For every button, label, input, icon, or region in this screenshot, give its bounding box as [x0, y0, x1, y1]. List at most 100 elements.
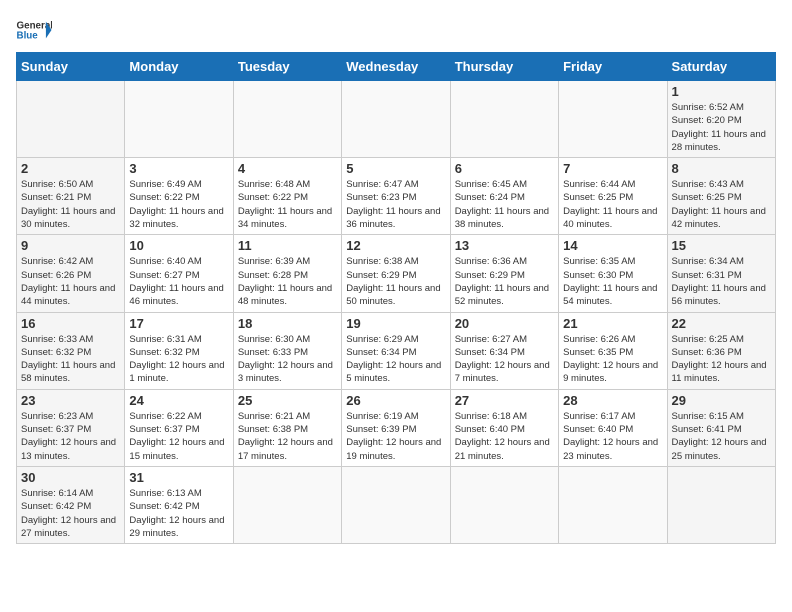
- day-info: Sunrise: 6:21 AM Sunset: 6:38 PM Dayligh…: [238, 410, 337, 463]
- day-number: 31: [129, 470, 228, 485]
- calendar-cell: [342, 466, 450, 543]
- day-number: 28: [563, 393, 662, 408]
- calendar-cell: 17 Sunrise: 6:31 AM Sunset: 6:32 PM Dayli…: [125, 312, 233, 389]
- day-info: Sunrise: 6:31 AM Sunset: 6:32 PM Dayligh…: [129, 333, 228, 386]
- day-number: 3: [129, 161, 228, 176]
- day-number: 8: [672, 161, 771, 176]
- calendar-cell: 19 Sunrise: 6:29 AM Sunset: 6:34 PM Dayli…: [342, 312, 450, 389]
- calendar-cell: 8Sunrise: 6:43 AM Sunset: 6:25 PM Daylig…: [667, 158, 775, 235]
- calendar-week-2: 2 Sunrise: 6:50 AM Sunset: 6:21 PM Daylig…: [17, 158, 776, 235]
- day-number: 22: [672, 316, 771, 331]
- calendar-cell: [125, 81, 233, 158]
- day-info: Sunrise: 6:48 AM Sunset: 6:22 PM Dayligh…: [238, 178, 337, 231]
- day-number: 24: [129, 393, 228, 408]
- col-header-sunday: Sunday: [17, 53, 125, 81]
- calendar-cell: 4 Sunrise: 6:48 AM Sunset: 6:22 PM Daylig…: [233, 158, 341, 235]
- calendar-cell: 20 Sunrise: 6:27 AM Sunset: 6:34 PM Dayli…: [450, 312, 558, 389]
- day-info: Sunrise: 6:33 AM Sunset: 6:32 PM Dayligh…: [21, 333, 120, 386]
- day-info: Sunrise: 6:15 AM Sunset: 6:41 PM Dayligh…: [672, 410, 771, 463]
- day-number: 27: [455, 393, 554, 408]
- calendar-cell: [559, 466, 667, 543]
- calendar-header-row: SundayMondayTuesdayWednesdayThursdayFrid…: [17, 53, 776, 81]
- day-info: Sunrise: 6:44 AM Sunset: 6:25 PM Dayligh…: [563, 178, 662, 231]
- calendar-cell: 1 Sunrise: 6:52 AM Sunset: 6:20 PM Daylig…: [667, 81, 775, 158]
- day-info: Sunrise: 6:40 AM Sunset: 6:27 PM Dayligh…: [129, 255, 228, 308]
- svg-text:Blue: Blue: [17, 30, 39, 41]
- calendar-cell: 9Sunrise: 6:42 AM Sunset: 6:26 PM Daylig…: [17, 235, 125, 312]
- calendar-week-4: 16 Sunrise: 6:33 AM Sunset: 6:32 PM Dayli…: [17, 312, 776, 389]
- day-number: 5: [346, 161, 445, 176]
- day-info: Sunrise: 6:35 AM Sunset: 6:30 PM Dayligh…: [563, 255, 662, 308]
- calendar-cell: [233, 81, 341, 158]
- calendar-cell: 12Sunrise: 6:38 AM Sunset: 6:29 PM Dayli…: [342, 235, 450, 312]
- col-header-wednesday: Wednesday: [342, 53, 450, 81]
- day-info: Sunrise: 6:49 AM Sunset: 6:22 PM Dayligh…: [129, 178, 228, 231]
- calendar-cell: 7Sunrise: 6:44 AM Sunset: 6:25 PM Daylig…: [559, 158, 667, 235]
- calendar-cell: 21 Sunrise: 6:26 AM Sunset: 6:35 PM Dayli…: [559, 312, 667, 389]
- day-info: Sunrise: 6:27 AM Sunset: 6:34 PM Dayligh…: [455, 333, 554, 386]
- calendar-cell: 5Sunrise: 6:47 AM Sunset: 6:23 PM Daylig…: [342, 158, 450, 235]
- day-info: Sunrise: 6:25 AM Sunset: 6:36 PM Dayligh…: [672, 333, 771, 386]
- calendar-cell: 3 Sunrise: 6:49 AM Sunset: 6:22 PM Daylig…: [125, 158, 233, 235]
- calendar-cell: [559, 81, 667, 158]
- day-number: 25: [238, 393, 337, 408]
- day-info: Sunrise: 6:23 AM Sunset: 6:37 PM Dayligh…: [21, 410, 120, 463]
- calendar-cell: 27 Sunrise: 6:18 AM Sunset: 6:40 PM Dayli…: [450, 389, 558, 466]
- calendar-table: SundayMondayTuesdayWednesdayThursdayFrid…: [16, 52, 776, 544]
- page-container: General Blue SundayMondayTuesdayWednesda…: [16, 16, 776, 544]
- day-info: Sunrise: 6:18 AM Sunset: 6:40 PM Dayligh…: [455, 410, 554, 463]
- calendar-cell: 2 Sunrise: 6:50 AM Sunset: 6:21 PM Daylig…: [17, 158, 125, 235]
- calendar-cell: 28 Sunrise: 6:17 AM Sunset: 6:40 PM Dayli…: [559, 389, 667, 466]
- logo-icon: General Blue: [16, 16, 52, 44]
- day-info: Sunrise: 6:52 AM Sunset: 6:20 PM Dayligh…: [672, 101, 771, 154]
- day-number: 1: [672, 84, 771, 99]
- day-info: Sunrise: 6:14 AM Sunset: 6:42 PM Dayligh…: [21, 487, 120, 540]
- calendar-week-3: 9Sunrise: 6:42 AM Sunset: 6:26 PM Daylig…: [17, 235, 776, 312]
- day-number: 16: [21, 316, 120, 331]
- day-number: 19: [346, 316, 445, 331]
- day-number: 11: [238, 238, 337, 253]
- day-number: 23: [21, 393, 120, 408]
- col-header-friday: Friday: [559, 53, 667, 81]
- calendar-cell: 13 Sunrise: 6:36 AM Sunset: 6:29 PM Dayli…: [450, 235, 558, 312]
- day-number: 15: [672, 238, 771, 253]
- day-info: Sunrise: 6:29 AM Sunset: 6:34 PM Dayligh…: [346, 333, 445, 386]
- day-number: 2: [21, 161, 120, 176]
- day-info: Sunrise: 6:19 AM Sunset: 6:39 PM Dayligh…: [346, 410, 445, 463]
- calendar-cell: [233, 466, 341, 543]
- calendar-week-1: 1 Sunrise: 6:52 AM Sunset: 6:20 PM Daylig…: [17, 81, 776, 158]
- day-info: Sunrise: 6:26 AM Sunset: 6:35 PM Dayligh…: [563, 333, 662, 386]
- day-info: Sunrise: 6:39 AM Sunset: 6:28 PM Dayligh…: [238, 255, 337, 308]
- header: General Blue: [16, 16, 776, 44]
- day-number: 13: [455, 238, 554, 253]
- calendar-cell: 24 Sunrise: 6:22 AM Sunset: 6:37 PM Dayli…: [125, 389, 233, 466]
- day-info: Sunrise: 6:36 AM Sunset: 6:29 PM Dayligh…: [455, 255, 554, 308]
- day-number: 26: [346, 393, 445, 408]
- calendar-cell: 14 Sunrise: 6:35 AM Sunset: 6:30 PM Dayli…: [559, 235, 667, 312]
- calendar-cell: 6Sunrise: 6:45 AM Sunset: 6:24 PM Daylig…: [450, 158, 558, 235]
- day-info: Sunrise: 6:22 AM Sunset: 6:37 PM Dayligh…: [129, 410, 228, 463]
- day-info: Sunrise: 6:50 AM Sunset: 6:21 PM Dayligh…: [21, 178, 120, 231]
- col-header-saturday: Saturday: [667, 53, 775, 81]
- day-number: 29: [672, 393, 771, 408]
- calendar-cell: 16 Sunrise: 6:33 AM Sunset: 6:32 PM Dayli…: [17, 312, 125, 389]
- col-header-thursday: Thursday: [450, 53, 558, 81]
- day-number: 30: [21, 470, 120, 485]
- day-number: 4: [238, 161, 337, 176]
- calendar-cell: [342, 81, 450, 158]
- calendar-cell: 30 Sunrise: 6:14 AM Sunset: 6:42 PM Dayli…: [17, 466, 125, 543]
- calendar-cell: 15Sunrise: 6:34 AM Sunset: 6:31 PM Dayli…: [667, 235, 775, 312]
- calendar-cell: 11 Sunrise: 6:39 AM Sunset: 6:28 PM Dayli…: [233, 235, 341, 312]
- day-number: 17: [129, 316, 228, 331]
- day-number: 21: [563, 316, 662, 331]
- calendar-cell: [667, 466, 775, 543]
- day-number: 14: [563, 238, 662, 253]
- day-info: Sunrise: 6:38 AM Sunset: 6:29 PM Dayligh…: [346, 255, 445, 308]
- calendar-cell: 22 Sunrise: 6:25 AM Sunset: 6:36 PM Dayli…: [667, 312, 775, 389]
- day-number: 20: [455, 316, 554, 331]
- day-info: Sunrise: 6:17 AM Sunset: 6:40 PM Dayligh…: [563, 410, 662, 463]
- day-number: 18: [238, 316, 337, 331]
- day-number: 6: [455, 161, 554, 176]
- logo: General Blue: [16, 16, 52, 44]
- calendar-cell: 23 Sunrise: 6:23 AM Sunset: 6:37 PM Dayli…: [17, 389, 125, 466]
